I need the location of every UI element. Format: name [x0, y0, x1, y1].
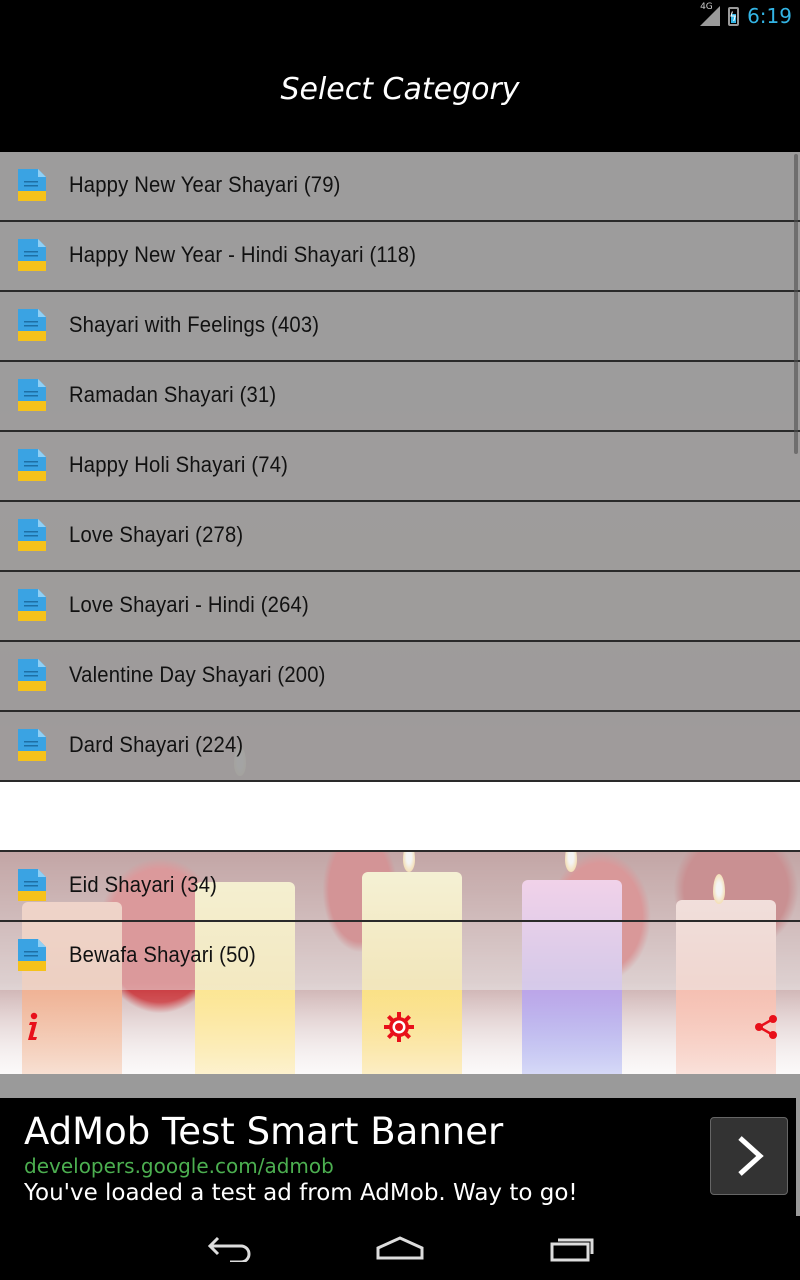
ad-open-button[interactable] [710, 1117, 788, 1195]
category-row[interactable]: Dard Shayari (224) [0, 712, 800, 782]
category-row[interactable]: Happy Holi Shayari (74) [0, 432, 800, 502]
battery-icon: ϟ [728, 6, 740, 26]
category-label: Shayari with Feelings (403) [69, 312, 320, 337]
category-label: Happy New Year Shayari (79) [69, 172, 341, 197]
info-button[interactable] [14, 1009, 50, 1045]
document-icon [18, 939, 46, 971]
ad-url[interactable]: developers.google.com/admob [24, 1154, 334, 1178]
back-button[interactable] [200, 1230, 260, 1266]
status-icons: 4G ϟ 6:19 [700, 2, 792, 28]
home-icon [376, 1236, 424, 1260]
category-row[interactable]: Happy New Year Shayari (79) [0, 152, 800, 222]
ad-description: You've loaded a test ad from AdMob. Way … [24, 1180, 578, 1206]
category-list: Happy New Year Shayari (79) Happy New Ye… [0, 152, 800, 990]
document-icon [18, 379, 46, 411]
category-label: Happy Holi Shayari (74) [69, 452, 289, 477]
category-label: Happy New Year - Hindi Shayari (118) [69, 242, 417, 267]
settings-gear-icon [384, 1012, 414, 1042]
info-icon [28, 1012, 38, 1040]
ad-edge [796, 1098, 800, 1216]
document-icon [18, 449, 46, 481]
category-label: Love Shayari (278) [69, 522, 244, 547]
category-row[interactable]: Shayari with Feelings (403) [0, 292, 800, 362]
category-row[interactable]: Eid Shayari (34) [0, 852, 800, 922]
category-row[interactable]: Happy New Year - Hindi Shayari (118) [0, 222, 800, 292]
clock: 6:19 [747, 4, 792, 28]
ad-title: AdMob Test Smart Banner [24, 1110, 504, 1153]
category-label: Eid Shayari (34) [69, 872, 218, 897]
category-row[interactable]: Love Shayari - Hindi (264) [0, 572, 800, 642]
ad-banner[interactable]: AdMob Test Smart Banner developers.googl… [0, 1098, 800, 1216]
document-icon [18, 589, 46, 621]
category-label: Valentine Day Shayari (200) [69, 662, 326, 687]
category-label: Bewafa Shayari (50) [69, 942, 256, 967]
category-label: Ramadan Shayari (31) [69, 382, 277, 407]
document-icon [18, 659, 46, 691]
navigation-bar [0, 1216, 800, 1280]
recents-button[interactable] [542, 1230, 602, 1266]
category-row[interactable]: Love Shayari (278) [0, 502, 800, 572]
chevron-right-icon [738, 1136, 764, 1176]
document-icon [18, 729, 46, 761]
category-row[interactable]: Valentine Day Shayari (200) [0, 642, 800, 712]
document-icon [18, 309, 46, 341]
category-label: Dard Shayari (224) [69, 732, 244, 757]
back-icon [207, 1236, 251, 1262]
title-bar: Select Category [0, 34, 800, 152]
status-bar: 4G ϟ 6:19 [0, 0, 800, 34]
share-button[interactable] [748, 1009, 784, 1045]
page-title: Select Category [280, 72, 520, 107]
settings-button[interactable] [381, 1009, 417, 1045]
category-row-empty[interactable] [0, 782, 800, 852]
signal-icon: 4G [700, 2, 721, 26]
content-area: Happy New Year Shayari (79) Happy New Ye… [0, 152, 800, 1074]
scrollbar[interactable] [794, 154, 798, 454]
share-icon [755, 1015, 777, 1039]
category-row[interactable]: Ramadan Shayari (31) [0, 362, 800, 432]
bottom-toolbar [0, 979, 800, 1074]
recents-icon [550, 1238, 594, 1262]
document-icon [18, 239, 46, 271]
category-label: Love Shayari - Hindi (264) [69, 592, 309, 617]
document-icon [18, 169, 46, 201]
home-button[interactable] [370, 1230, 430, 1266]
document-icon [18, 519, 46, 551]
document-icon [18, 869, 46, 901]
separator [0, 1074, 800, 1098]
